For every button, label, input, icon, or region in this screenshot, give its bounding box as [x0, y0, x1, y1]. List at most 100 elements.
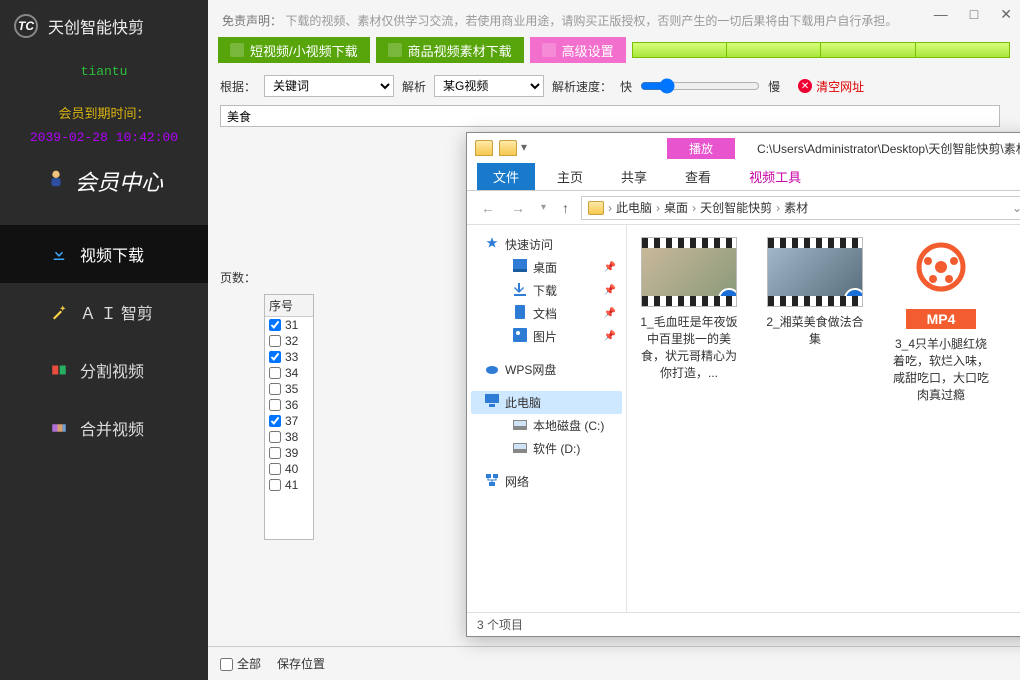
nav-up-button[interactable]: ↑ [558, 200, 573, 216]
vip-center-button[interactable]: 会员中心 [0, 165, 208, 197]
crumb[interactable]: 此电脑 [616, 199, 652, 216]
speed-slider[interactable] [640, 78, 760, 94]
row-number: 35 [285, 382, 298, 396]
tree-network[interactable]: 网络 [471, 470, 622, 493]
file-item[interactable]: 2_湘菜美食做法合集 [765, 237, 865, 347]
row-number: 40 [285, 462, 298, 476]
sidebar-nav: 视频下载 Ａ Ｉ 智剪 分割视频 合并视频 [0, 225, 208, 457]
folder-icon [499, 140, 517, 156]
product-video-download-button[interactable]: 商品视频素材下载 [376, 37, 524, 63]
maximize-button[interactable]: □ [970, 6, 978, 23]
row-checkbox[interactable] [269, 431, 281, 443]
play-tab[interactable]: 播放 [667, 138, 735, 159]
nav-forward-button[interactable]: → [507, 200, 529, 216]
file-explorer-window: ▾ 播放 C:\Users\Administrator\Desktop\天创智能… [466, 132, 1020, 637]
pin-icon: 📌 [604, 331, 616, 342]
crumb[interactable]: 素材 [784, 199, 808, 216]
list-row[interactable]: 33 [265, 349, 313, 365]
list-row[interactable]: 34 [265, 365, 313, 381]
row-checkbox[interactable] [269, 319, 281, 331]
mp4-icon [906, 237, 976, 307]
select-all-checkbox[interactable]: 全部 [220, 655, 261, 672]
sidebar: TC 天创智能快剪 tiantu 会员到期时间： 2039-02-28 10:4… [0, 0, 208, 680]
file-name: 3_4只羊小腿红烧着吃，软烂入味，咸甜吃口，大口吃肉真过瘾 [891, 335, 991, 403]
minimize-button[interactable]: — [934, 6, 948, 23]
list-row[interactable]: 38 [265, 429, 313, 445]
ribbon-tab-home[interactable]: 主页 [541, 163, 599, 190]
explorer-status-bar: 3 个项目 [467, 612, 1020, 636]
short-video-download-button[interactable]: 短视频/小视频下载 [218, 37, 370, 63]
row-checkbox[interactable] [269, 415, 281, 427]
tree-downloads[interactable]: 下载📌 [499, 279, 622, 302]
pin-icon: 📌 [604, 285, 616, 296]
app-logo: TC [14, 14, 38, 38]
list-row[interactable]: 37 [265, 413, 313, 429]
crumb[interactable]: 天创智能快剪 [700, 199, 772, 216]
star-icon [485, 236, 499, 253]
advanced-settings-button[interactable]: 高级设置 [530, 37, 626, 63]
root-select[interactable]: 关键词 [264, 75, 394, 97]
tree-wps[interactable]: WPS网盘 [471, 358, 622, 381]
breadcrumb[interactable]: › 此电脑› 桌面› 天创智能快剪› 素材 ⌄ [581, 196, 1020, 220]
progress-bar [632, 42, 1010, 58]
file-item[interactable]: MP4 3_4只羊小腿红烧着吃，软烂入味，咸甜吃口，大口吃肉真过瘾 [891, 237, 991, 403]
sidebar-item-ai[interactable]: Ａ Ｉ 智剪 [0, 283, 208, 341]
clear-url-button[interactable]: ✕ 清空网址 [798, 78, 864, 95]
expiry-value: 2039-02-28 10:42:00 [0, 130, 208, 145]
video-badge-icon [844, 288, 863, 307]
file-item[interactable]: 1_毛血旺是年夜饭中百里挑一的美食，状元哥精心为你打造，... [639, 237, 739, 381]
disclaimer-label: 免责声明： [222, 14, 282, 28]
nav-back-button[interactable]: ← [477, 200, 499, 216]
tree-desktop[interactable]: 桌面📌 [499, 256, 622, 279]
row-checkbox[interactable] [269, 479, 281, 491]
speed-fast: 快 [620, 78, 632, 95]
tree-quick-access[interactable]: 快速访问 [471, 233, 622, 256]
chevron-down-icon[interactable]: ⌄ [1012, 201, 1020, 215]
list-row[interactable]: 40 [265, 461, 313, 477]
split-icon [50, 361, 68, 379]
video-icon [230, 43, 244, 57]
sidebar-item-split[interactable]: 分割视频 [0, 341, 208, 399]
tree-pictures[interactable]: 图片📌 [499, 325, 622, 348]
row-checkbox[interactable] [269, 447, 281, 459]
row-checkbox[interactable] [269, 351, 281, 363]
list-row[interactable]: 31 [265, 317, 313, 333]
list-row[interactable]: 41 [265, 477, 313, 493]
sidebar-item-merge[interactable]: 合并视频 [0, 399, 208, 457]
row-checkbox[interactable] [269, 463, 281, 475]
search-input[interactable] [220, 105, 1000, 127]
row-checkbox[interactable] [269, 335, 281, 347]
row-checkbox[interactable] [269, 367, 281, 379]
row-number: 31 [285, 318, 298, 332]
network-icon [485, 473, 499, 490]
ribbon-tab-view[interactable]: 查看 [669, 163, 727, 190]
ribbon-tab-file[interactable]: 文件 [477, 163, 535, 190]
btn3-label: 高级设置 [562, 41, 614, 60]
parse-select[interactable]: 某G视频 [434, 75, 544, 97]
list-row[interactable]: 35 [265, 381, 313, 397]
page-label: 页数： [220, 269, 264, 286]
pin-icon: 📌 [604, 262, 616, 273]
tree-this-pc[interactable]: 此电脑 [471, 391, 622, 414]
sidebar-item-label: 视频下载 [80, 242, 144, 266]
nav-history-button[interactable]: ▾ [537, 202, 550, 213]
tree-drive-d[interactable]: 软件 (D:) [499, 437, 622, 460]
row-checkbox[interactable] [269, 399, 281, 411]
ribbon-tab-share[interactable]: 共享 [605, 163, 663, 190]
close-button[interactable]: ✕ [1000, 6, 1012, 23]
row-checkbox[interactable] [269, 383, 281, 395]
crumb[interactable]: 桌面 [664, 199, 688, 216]
tree-drive-c[interactable]: 本地磁盘 (C:) [499, 414, 622, 437]
row-number: 33 [285, 350, 298, 364]
row-number: 34 [285, 366, 298, 380]
tree-documents[interactable]: 文档📌 [499, 302, 622, 325]
row-number: 38 [285, 430, 298, 444]
list-row[interactable]: 39 [265, 445, 313, 461]
list-row[interactable]: 36 [265, 397, 313, 413]
sidebar-item-download[interactable]: 视频下载 [0, 225, 208, 283]
list-row[interactable]: 32 [265, 333, 313, 349]
sidebar-item-label: 分割视频 [80, 358, 144, 382]
ribbon-tab-video-tools[interactable]: 视频工具 [733, 163, 817, 190]
app-title: 天创智能快剪 [48, 14, 144, 38]
folder-icon [588, 201, 604, 215]
